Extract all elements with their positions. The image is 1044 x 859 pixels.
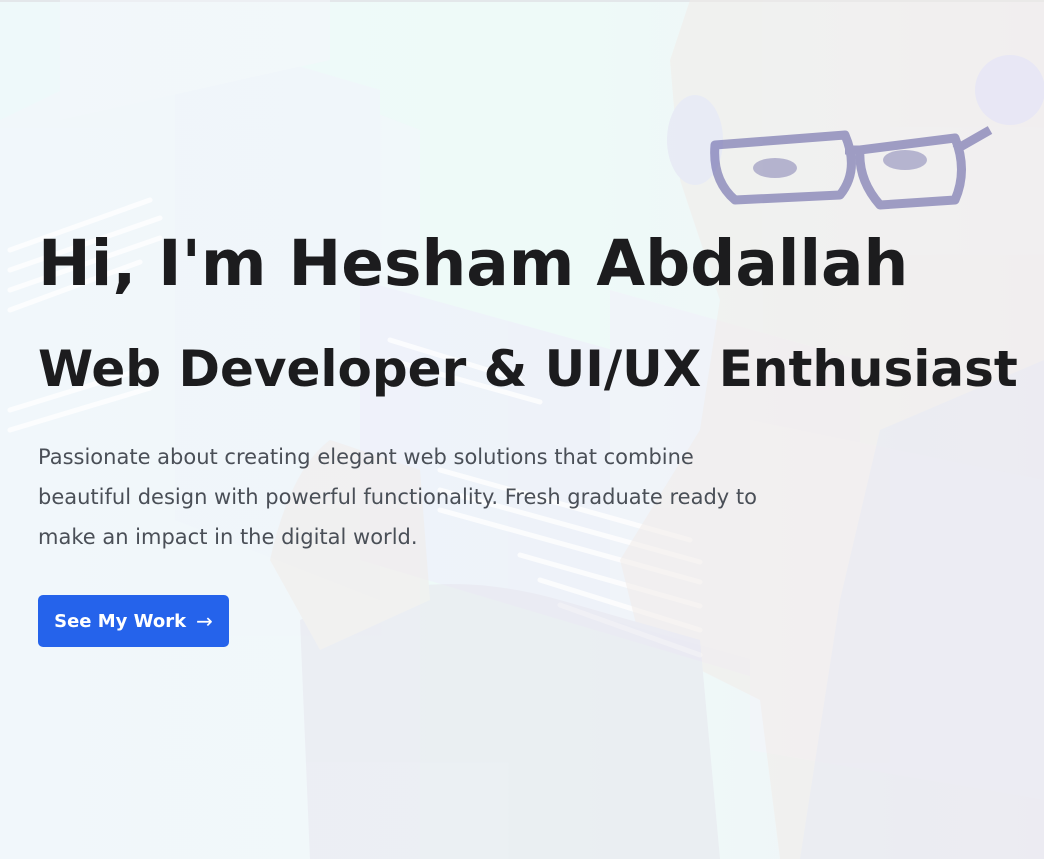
hero-description: Passionate about creating elegant web so… — [38, 445, 757, 549]
hero-subtitle: Web Developer & UI/UX Enthusiast — [38, 340, 1018, 398]
see-my-work-label: See My Work — [54, 610, 187, 632]
hero-title: Hi, I'm Hesham Abdallah — [38, 227, 909, 300]
hero-background-illustration — [0, 0, 1044, 859]
arrow-right-icon: → — [196, 609, 213, 633]
see-my-work-button[interactable]: See My Work → — [38, 595, 229, 647]
